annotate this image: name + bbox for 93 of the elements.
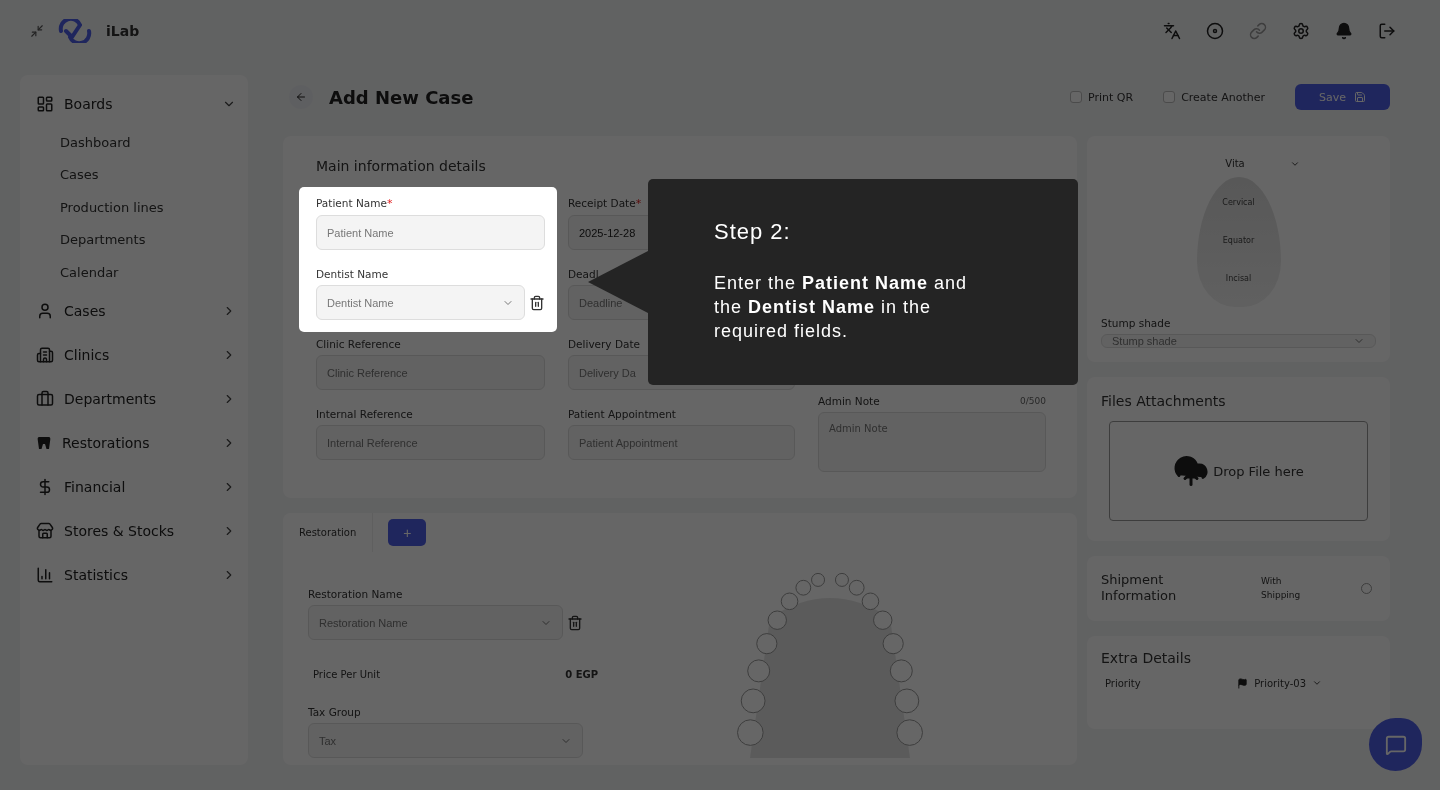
sidebar-item[interactable]: Statistics xyxy=(36,552,236,597)
bar-chart-icon xyxy=(36,565,54,584)
tooth-circle[interactable] xyxy=(896,719,923,746)
field-label: Deadl xyxy=(568,268,599,280)
shipping-toggle[interactable] xyxy=(1361,582,1372,594)
file-drop-zone[interactable]: Drop File here xyxy=(1109,421,1368,521)
field-label: Receipt Date* xyxy=(568,197,642,210)
section-title: Files Attachments xyxy=(1101,393,1227,409)
tooth-circle[interactable] xyxy=(780,592,799,611)
field-label: Restoration Name xyxy=(308,588,403,600)
field-label: Dentist Name xyxy=(316,268,389,280)
field-label: Delivery Date xyxy=(568,338,641,350)
tooth-circle[interactable] xyxy=(811,572,826,587)
tooth-circle[interactable] xyxy=(767,610,787,630)
tooth-circle[interactable] xyxy=(834,572,849,587)
checkbox[interactable] xyxy=(1070,91,1082,103)
shade-system: Vita xyxy=(1225,158,1245,169)
link-icon[interactable] xyxy=(1249,22,1267,40)
sidebar-item[interactable]: Stores & Stocks xyxy=(36,508,236,553)
shade-zone-label: Incisal xyxy=(1225,273,1252,283)
delete-icon[interactable] xyxy=(529,294,545,311)
dashboard-icon xyxy=(36,95,54,113)
shade-zone-label: Cervical xyxy=(1222,197,1255,207)
sidebar-item[interactable]: Clinics xyxy=(36,332,236,377)
drop-text: Drop File here xyxy=(1213,463,1304,479)
save-button[interactable]: Save xyxy=(1295,84,1390,110)
sidebar-item[interactable]: Financial xyxy=(36,464,236,509)
tooltip-title: Step 2: xyxy=(714,219,792,245)
field-label: Tax Group xyxy=(308,706,361,718)
field-label: Admin Note xyxy=(818,395,880,407)
select-field[interactable]: Dentist Name xyxy=(316,285,525,320)
section-title: Main information details xyxy=(316,158,487,174)
sidebar-item[interactable]: Departments xyxy=(36,376,236,421)
sidebar-subitem[interactable]: Calendar xyxy=(36,256,236,289)
tooth-circle[interactable] xyxy=(894,688,920,714)
checkbox[interactable] xyxy=(1163,91,1176,103)
settings-icon[interactable] xyxy=(1292,22,1310,40)
sidebar-item[interactable]: Cases xyxy=(36,288,236,333)
sidebar-item[interactable]: Restorations xyxy=(36,420,236,465)
tooth-circle[interactable] xyxy=(795,579,812,596)
tooth-circle[interactable] xyxy=(873,610,893,630)
tooth-circle[interactable] xyxy=(861,592,880,611)
building-icon xyxy=(36,345,54,364)
back-arrow-icon xyxy=(295,91,307,103)
input-field[interactable]: Patient Name xyxy=(316,215,545,250)
brand-name: iLab xyxy=(106,23,140,39)
field-label: Internal Reference xyxy=(316,408,413,420)
disc-icon[interactable] xyxy=(1206,22,1224,40)
option-checkbox[interactable]: Print QR xyxy=(1070,90,1134,104)
chat-button[interactable] xyxy=(1369,718,1422,771)
chat-icon xyxy=(1384,733,1407,756)
sidebar-subitem[interactable]: Cases xyxy=(36,158,236,191)
sidebar-subitem[interactable]: Dashboard xyxy=(36,126,236,159)
price-value: 0 EGP xyxy=(565,669,598,680)
detail-label: Priority xyxy=(1105,677,1141,689)
sidebar-subitem[interactable]: Departments xyxy=(36,223,236,256)
field-label: Clinic Reference xyxy=(316,338,401,350)
tooth-circle[interactable] xyxy=(848,579,865,596)
store-icon xyxy=(36,521,54,540)
option-label: With Shipping xyxy=(1261,574,1302,603)
field-label: Patient Appointment xyxy=(568,408,676,420)
add-button[interactable]: + xyxy=(388,519,427,546)
bell-icon[interactable] xyxy=(1335,22,1353,40)
shade-zone-label: Equator xyxy=(1222,235,1255,245)
tooth-shade-drawing[interactable]: Cervical Equator Incisal xyxy=(1196,177,1281,307)
person-icon xyxy=(36,301,54,320)
collapse-icon[interactable] xyxy=(30,24,44,38)
tooltip-text: Enter the Patient Name and the Dentist Name in the required fields. xyxy=(714,272,969,343)
section-title: Shipment Information xyxy=(1101,572,1178,605)
caret-icon[interactable] xyxy=(1312,678,1322,688)
price-label: Price Per Unit xyxy=(313,669,381,680)
tooth-circle[interactable] xyxy=(889,659,913,683)
tooth-circle[interactable] xyxy=(756,633,778,655)
priority-value[interactable]: Priority-03 xyxy=(1254,677,1306,689)
sidebar-item[interactable]: Boards xyxy=(36,82,236,126)
field-label: Stump shade xyxy=(1101,317,1172,329)
flag-icon xyxy=(1237,677,1249,689)
cloud-upload-icon xyxy=(1173,453,1210,489)
save-icon xyxy=(1354,91,1366,103)
tooth-circle[interactable] xyxy=(882,633,904,655)
logout-icon[interactable] xyxy=(1378,22,1396,40)
logo-icon xyxy=(58,19,92,43)
option-checkbox[interactable]: Create Another xyxy=(1163,90,1265,104)
tooth-circle[interactable] xyxy=(747,659,771,683)
page-title: Add New Case xyxy=(329,86,475,108)
sidebar-subitem[interactable]: Production lines xyxy=(36,191,236,224)
tooth-circle[interactable] xyxy=(737,719,764,746)
translate-icon[interactable] xyxy=(1163,22,1181,40)
tooth-circle[interactable] xyxy=(740,688,766,714)
section-title: Extra Details xyxy=(1101,649,1192,666)
briefcase-icon xyxy=(36,389,54,408)
field-label: Patient Name* xyxy=(316,197,393,210)
tooth-icon xyxy=(36,434,52,451)
